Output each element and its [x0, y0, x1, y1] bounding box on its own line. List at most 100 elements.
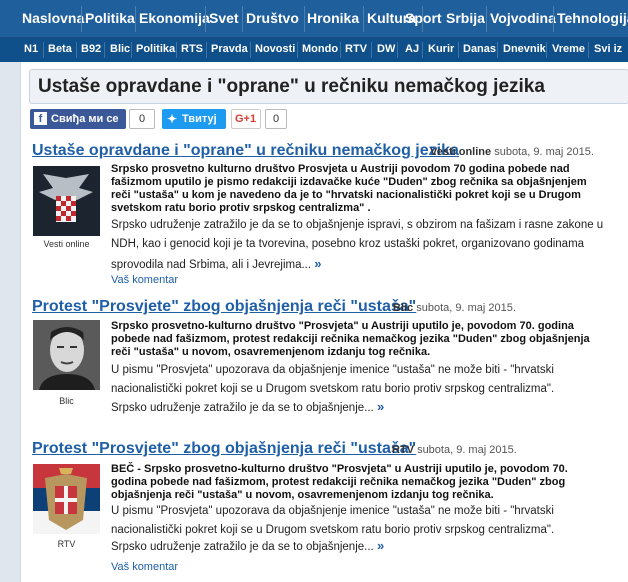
source-danas[interactable]: Danas	[463, 43, 496, 55]
nav-divider	[397, 42, 398, 58]
facebook-like-label: Свиђа ми се	[51, 113, 119, 125]
nav-divider	[81, 6, 82, 32]
article-lead: BEČ - Srpsko prosvetno-kulturno društvo …	[111, 463, 568, 501]
nav-divider	[135, 6, 136, 32]
nav-divider	[497, 42, 498, 58]
source-pravda[interactable]: Pravda	[211, 43, 248, 55]
article-meta: Blic subota, 9. maj 2015.	[393, 302, 516, 314]
eagle-emblem-image	[33, 166, 100, 236]
source-vreme[interactable]: Vreme	[552, 43, 585, 55]
source-n1[interactable]: N1	[24, 43, 38, 55]
comment-link[interactable]: Vaš komentar	[111, 561, 178, 573]
serbian-flag-image	[33, 464, 100, 534]
article-thumbnail[interactable]	[33, 464, 100, 534]
nav-divider	[297, 42, 298, 58]
source-svi-iz[interactable]: Svi iz	[594, 43, 622, 55]
gplus-count: 0	[265, 109, 287, 129]
source-novosti[interactable]: Novosti	[255, 43, 295, 55]
nav-divider	[43, 42, 44, 58]
source-mondo[interactable]: Mondo	[302, 43, 338, 55]
article-body: Srpsko udruženje zatražilo je da se to o…	[111, 536, 611, 557]
source-b92[interactable]: B92	[81, 43, 101, 55]
article-lead: Srpsko prosvetno-kulturno društvo "Prosv…	[111, 320, 590, 358]
gplus-button[interactable]: G+1	[231, 109, 261, 129]
thumbnail-caption: RTV	[57, 539, 76, 549]
article-date: subota, 9. maj 2015.	[416, 302, 516, 314]
source-rtv[interactable]: RTV	[345, 43, 367, 55]
nav-divider	[340, 42, 341, 58]
nav-tehnologija[interactable]: Tehnologija	[557, 10, 628, 26]
gplus-label: G+1	[235, 113, 257, 125]
nav-divider	[486, 6, 487, 32]
nav-ekonomija[interactable]: Ekonomija	[139, 10, 210, 26]
twitter-bird-icon: ✦	[167, 112, 178, 126]
article-body: U pismu "Prosvjeta" upozorava da objašnj…	[111, 364, 555, 395]
article-date: subota, 9. maj 2015.	[494, 146, 594, 158]
source-rts[interactable]: RTS	[181, 43, 203, 55]
article-thumbnail[interactable]	[33, 166, 100, 236]
portrait-photo	[33, 320, 100, 390]
source-dw[interactable]: DW	[377, 43, 395, 55]
nav-politika[interactable]: Politika	[85, 10, 135, 26]
nav-divider	[371, 42, 372, 58]
nav-naslovna[interactable]: Naslovna	[22, 10, 84, 26]
article-source: Vesti online	[430, 146, 492, 158]
nav-divider	[304, 6, 305, 32]
main-nav: Naslovna Politika Ekonomija Svet Društvo…	[0, 0, 628, 38]
article-title[interactable]: Protest "Prosvjete" zbog objašnjenja reč…	[32, 440, 416, 458]
nav-divider	[176, 42, 177, 58]
source-aj[interactable]: AJ	[405, 43, 419, 55]
source-kurir[interactable]: Kurir	[428, 43, 454, 55]
nav-divider	[250, 42, 251, 58]
nav-divider	[242, 6, 243, 32]
article-source: RTV	[392, 444, 414, 456]
nav-drustvo[interactable]: Društvo	[246, 10, 299, 26]
article-body: Srpsko udruženje zatražilo je da se to o…	[111, 397, 611, 418]
article-meta: RTV subota, 9. maj 2015.	[392, 444, 517, 456]
read-more-link[interactable]: »	[377, 538, 384, 553]
article-body: U pismu "Prosvjeta" upozorava da objašnj…	[111, 505, 555, 536]
nav-divider	[422, 42, 423, 58]
source-dnevnik[interactable]: Dnevnik	[503, 43, 546, 55]
nav-divider	[104, 42, 105, 58]
nav-divider	[588, 42, 589, 58]
article-thumbnail[interactable]	[33, 320, 100, 390]
nav-vojvodina[interactable]: Vojvodina	[490, 10, 556, 26]
nav-svet[interactable]: Svet	[209, 10, 239, 26]
read-more-link[interactable]: »	[314, 256, 321, 271]
thumbnail-caption: Blic	[59, 396, 74, 406]
source-beta[interactable]: Beta	[48, 43, 72, 55]
twitter-tweet-label: Твитуј	[182, 113, 217, 125]
content-panel: Ustaše opravdane i "oprane" u rečniku ne…	[20, 62, 628, 582]
nav-divider	[363, 6, 364, 32]
article-body: Srpsko udruženje zatražilo je da se to o…	[111, 216, 611, 275]
article-source: Blic	[393, 302, 414, 314]
article-title[interactable]: Ustaše opravdane i "oprane" u rečniku ne…	[32, 142, 459, 160]
nav-divider	[131, 42, 132, 58]
nav-divider	[546, 42, 547, 58]
source-blic[interactable]: Blic	[110, 43, 130, 55]
nav-sport[interactable]: Sport	[405, 10, 442, 26]
article-date: subota, 9. maj 2015.	[417, 444, 517, 456]
nav-divider	[553, 6, 554, 32]
source-politika[interactable]: Politika	[136, 43, 175, 55]
nav-divider	[458, 42, 459, 58]
twitter-tweet-button[interactable]: ✦ Твитуј	[162, 109, 226, 129]
facebook-count: 0	[129, 109, 155, 129]
article-body-text: Srpsko udruženje zatražilo je da se to o…	[111, 402, 374, 414]
article-meta: Vesti online subota, 9. maj 2015.	[430, 146, 594, 158]
nav-divider	[76, 42, 77, 58]
comment-link[interactable]: Vaš komentar	[111, 274, 178, 286]
nav-divider	[205, 6, 206, 32]
sources-nav: N1 Beta B92 Blic Politika RTS Pravda Nov…	[0, 38, 628, 62]
article-body-text: Srpsko udruženje zatražilo je da se to o…	[111, 541, 374, 553]
facebook-like-button[interactable]: f Свиђа ми се	[30, 109, 126, 129]
thumbnail-caption: Vesti online	[43, 239, 90, 249]
article-title[interactable]: Protest "Prosvjete" zbog objašnjenja reč…	[32, 298, 416, 316]
read-more-link[interactable]: »	[377, 399, 384, 414]
nav-divider	[206, 42, 207, 58]
nav-srbija[interactable]: Srbija	[446, 10, 485, 26]
facebook-icon: f	[34, 112, 47, 125]
nav-hronika[interactable]: Hronika	[307, 10, 359, 26]
article-lead: Srpsko prosvetno kulturno društvo Prosvj…	[111, 163, 587, 214]
